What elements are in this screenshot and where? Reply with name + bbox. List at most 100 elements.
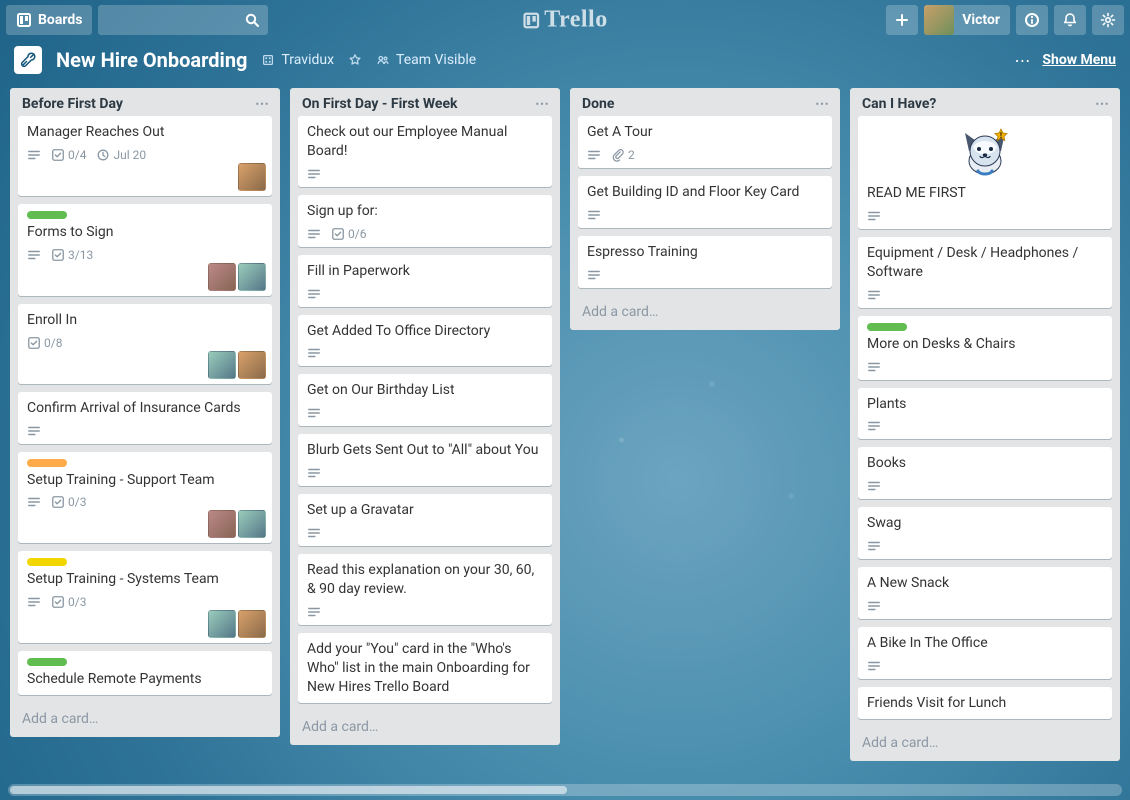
card[interactable]: A Bike In The Office [858,627,1112,679]
card[interactable]: Fill in Paperwork [298,255,552,307]
list-menu-button[interactable]: ⋯ [1095,96,1110,112]
card[interactable]: Blurb Gets Sent Out to "All" about You [298,434,552,486]
card[interactable]: Enroll In 0/8 [18,304,272,384]
checklist-badge: 0/6 [331,227,366,241]
list-header[interactable]: Can I Have? ⋯ [850,88,1120,116]
show-menu-link[interactable]: Show Menu [1042,52,1116,68]
list-cards[interactable]: Get A Tour 2 Get Building ID and Floor K… [570,116,840,296]
card-members [208,510,266,538]
card-title: Schedule Remote Payments [27,670,263,689]
member-avatar[interactable] [238,163,266,191]
list-header[interactable]: Done ⋯ [570,88,840,116]
board-canvas[interactable]: Before First Day ⋯ Manager Reaches Out 0… [0,84,1130,800]
app-name: Trello [544,7,607,34]
card[interactable]: Get Added To Office Directory [298,315,552,367]
settings-button[interactable] [1092,5,1124,35]
card[interactable]: Espresso Training [578,236,832,288]
checklist-badge: 0/3 [51,495,86,509]
check-icon [51,495,65,509]
check-icon [27,336,41,350]
member-avatar[interactable] [208,351,236,379]
card[interactable]: Sign up for: 0/6 [298,195,552,247]
team-button[interactable]: Travidux [261,52,334,68]
scrollbar-thumb[interactable] [10,786,567,794]
checklist-badge: 0/8 [27,336,62,350]
description-badge [867,288,881,302]
boards-menu-button[interactable]: Boards [6,5,92,35]
card[interactable]: Get A Tour 2 [578,116,832,168]
search-field[interactable] [98,5,268,35]
star-button[interactable] [348,53,362,67]
member-avatar[interactable] [238,510,266,538]
card-title: A New Snack [867,574,1103,593]
board-icon [16,12,32,28]
horizontal-scrollbar[interactable] [8,784,1122,796]
desc-icon [27,148,41,162]
member-avatar[interactable] [208,610,236,638]
card[interactable]: Equipment / Desk / Headphones / Software [858,237,1112,308]
desc-icon [587,208,601,222]
list-cards[interactable]: Manager Reaches Out 0/4Jul 20 Forms to S… [10,116,280,703]
list-header[interactable]: On First Day - First Week ⋯ [290,88,560,116]
card-title: READ ME FIRST [867,184,1103,203]
list-title: Done [582,96,614,112]
list-cards[interactable]: READ ME FIRST Equipment / Desk / Headpho… [850,116,1120,727]
board-title[interactable]: New Hire Onboarding [56,48,247,72]
add-card-button[interactable]: Add a card… [570,296,840,330]
desc-icon [867,539,881,553]
member-avatar[interactable] [208,263,236,291]
card[interactable]: READ ME FIRST [858,116,1112,229]
card-members [208,610,266,638]
gear-icon [1100,12,1116,28]
check-icon [51,248,65,262]
notifications-button[interactable] [1054,5,1086,35]
member-avatar[interactable] [238,263,266,291]
member-avatar[interactable] [238,610,266,638]
card[interactable]: Setup Training - Systems Team 0/3 [18,551,272,643]
description-badge [587,268,601,282]
list: On First Day - First Week ⋯ Check out ou… [290,88,560,745]
attach-icon [611,148,625,162]
member-avatar[interactable] [208,510,236,538]
card[interactable]: Read this explanation on your 30, 60, & … [298,554,552,625]
create-button[interactable] [886,5,918,35]
card-title: Enroll In [27,311,263,330]
user-menu[interactable]: Victor [924,5,1010,35]
card[interactable]: Swag [858,507,1112,559]
card[interactable]: Schedule Remote Payments [18,651,272,695]
list-menu-button[interactable]: ⋯ [815,96,830,112]
list: Before First Day ⋯ Manager Reaches Out 0… [10,88,280,737]
card[interactable]: Books [858,447,1112,499]
list-menu-button[interactable]: ⋯ [255,96,270,112]
description-badge [867,539,881,553]
add-card-button[interactable]: Add a card… [850,727,1120,761]
card[interactable]: Plants [858,388,1112,440]
list-menu-button[interactable]: ⋯ [535,96,550,112]
list-cards[interactable]: Check out our Employee Manual Board! Sig… [290,116,560,711]
desc-icon [27,495,41,509]
card[interactable]: Setup Training - Support Team 0/3 [18,452,272,544]
card-title: Espresso Training [587,243,823,262]
add-card-button[interactable]: Add a card… [10,703,280,737]
card[interactable]: Get Building ID and Floor Key Card [578,176,832,228]
card-title: Books [867,454,1103,473]
list-header[interactable]: Before First Day ⋯ [10,88,280,116]
card[interactable]: Manager Reaches Out 0/4Jul 20 [18,116,272,196]
visibility-button[interactable]: Team Visible [376,52,476,68]
member-avatar[interactable] [238,351,266,379]
card[interactable]: Add your "You" card in the "Who's Who" l… [298,633,552,703]
ellipsis-icon: ⋯ [1014,51,1032,70]
app-logo[interactable]: Trello [522,7,607,34]
desc-icon [307,466,321,480]
card[interactable]: Friends Visit for Lunch [858,687,1112,719]
add-card-button[interactable]: Add a card… [290,711,560,745]
card[interactable]: Check out our Employee Manual Board! [298,116,552,187]
checklist-badge: 0/4 [51,148,86,162]
card[interactable]: Confirm Arrival of Insurance Cards [18,392,272,444]
card[interactable]: Forms to Sign 3/13 [18,204,272,296]
card[interactable]: A New Snack [858,567,1112,619]
info-button[interactable] [1016,5,1048,35]
card[interactable]: Set up a Gravatar [298,494,552,546]
card[interactable]: Get on Our Birthday List [298,374,552,426]
card[interactable]: More on Desks & Chairs [858,316,1112,380]
